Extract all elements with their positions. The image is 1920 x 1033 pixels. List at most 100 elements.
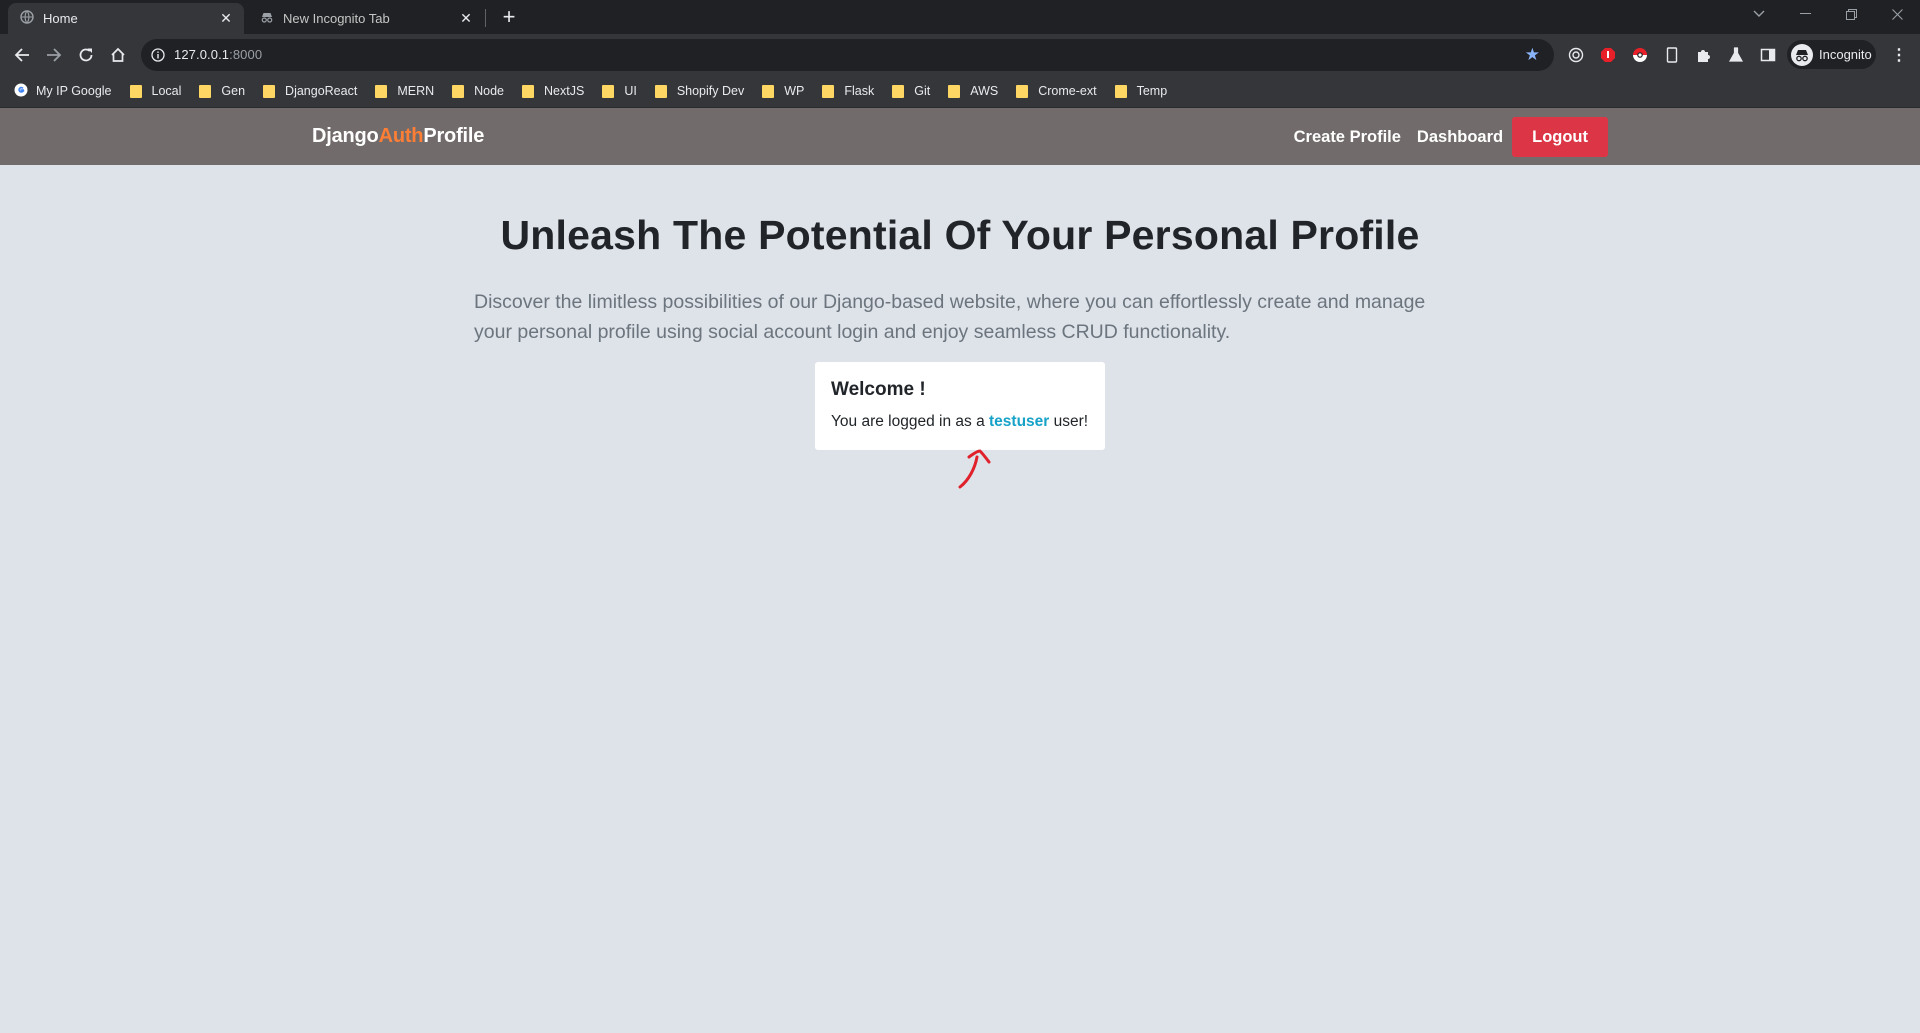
folder-icon	[199, 84, 212, 98]
annotation-arrow-icon	[958, 449, 991, 489]
folder-icon	[948, 84, 961, 98]
target-extension-icon[interactable]	[1565, 44, 1587, 66]
url-port: :8000	[229, 47, 263, 62]
bookmark-label: Node	[474, 84, 505, 98]
flask-labs-icon[interactable]	[1725, 44, 1747, 66]
pokeball-extension-icon[interactable]	[1629, 44, 1651, 66]
bookmark-item[interactable]: WP	[762, 84, 804, 98]
address-bar[interactable]: 127.0.0.1:8000 ★	[141, 39, 1554, 71]
folder-icon	[1016, 84, 1029, 98]
browser-toolbar: 127.0.0.1:8000 ★ Incognito ⋮	[0, 34, 1920, 75]
hero-title: Unleash The Potential Of Your Personal P…	[500, 212, 1420, 258]
folder-icon	[654, 84, 667, 98]
bookmark-item[interactable]: NextJS	[522, 84, 584, 98]
folder-icon	[892, 84, 905, 98]
incognito-avatar-icon	[1791, 43, 1813, 66]
nav-create-profile-link[interactable]: Create Profile	[1294, 128, 1401, 147]
bookmark-item[interactable]: My IP Google	[14, 83, 112, 100]
site-navbar: DjangoAuthProfile Create Profile Dashboa…	[0, 108, 1920, 165]
reload-icon[interactable]	[72, 41, 100, 69]
window-close-icon[interactable]	[1874, 0, 1920, 28]
logout-button[interactable]: Logout	[1512, 117, 1608, 157]
bookmark-label: MERN	[397, 84, 435, 98]
site-info-icon[interactable]	[151, 48, 165, 67]
tab-title: Home	[43, 11, 78, 26]
browser-tabstrip: Home ✕ New Incognito Tab ✕ +	[0, 0, 1920, 34]
adblock-extension-icon[interactable]	[1597, 44, 1619, 66]
bookmark-label: Flask	[844, 84, 875, 98]
home-icon[interactable]	[104, 41, 132, 69]
bookmark-item[interactable]: AWS	[948, 84, 998, 98]
folder-icon	[263, 84, 276, 98]
bookmark-label: Local	[151, 84, 182, 98]
welcome-title: Welcome !	[831, 379, 926, 400]
side-panel-icon[interactable]	[1757, 44, 1779, 66]
nav-dashboard-link[interactable]: Dashboard	[1417, 128, 1503, 147]
tab-new-incognito[interactable]: New Incognito Tab ✕	[248, 3, 484, 34]
url-text[interactable]: 127.0.0.1:8000	[174, 47, 262, 62]
bookmark-label: NextJS	[544, 84, 585, 98]
restore-icon[interactable]	[1828, 0, 1874, 28]
bookmark-item[interactable]: UI	[602, 84, 637, 98]
welcome-card: Welcome ! You are logged in as a testuse…	[815, 362, 1105, 450]
bookmark-label: Crome-ext	[1038, 84, 1097, 98]
hero-lead: Discover the limitless possibilities of …	[474, 291, 1426, 343]
forward-arrow-icon[interactable]	[40, 41, 68, 69]
puzzle-extensions-icon[interactable]	[1693, 44, 1715, 66]
back-arrow-icon[interactable]	[8, 41, 36, 69]
bookmark-item[interactable]: Node	[452, 84, 504, 98]
bookmark-label: AWS	[970, 84, 999, 98]
url-host: 127.0.0.1	[174, 47, 230, 62]
close-icon[interactable]: ✕	[218, 10, 234, 27]
brand-part-django: Django	[312, 125, 379, 147]
welcome-message-suffix: user!	[1049, 413, 1089, 430]
bookmark-label: Gen	[221, 84, 246, 98]
folder-icon	[129, 84, 142, 98]
close-icon[interactable]: ✕	[458, 10, 474, 27]
folder-icon	[375, 84, 388, 98]
google-icon	[14, 83, 28, 100]
new-tab-plus-icon[interactable]: +	[498, 4, 520, 29]
nav-links: Create Profile Dashboard Logout	[1278, 117, 1608, 157]
bookmark-item[interactable]: Flask	[822, 84, 874, 98]
tab-search-chevron-icon[interactable]	[1736, 0, 1782, 28]
bookmark-label: My IP Google	[36, 84, 112, 98]
bookmark-item[interactable]: DjangoReact	[263, 84, 357, 98]
bookmark-item[interactable]: Local	[129, 84, 182, 98]
folder-icon	[822, 84, 835, 98]
bookmark-item[interactable]: Gen	[199, 84, 245, 98]
brand-part-profile: Profile	[423, 125, 485, 147]
bookmark-star-icon[interactable]: ★	[1525, 45, 1540, 65]
phone-extension-icon[interactable]	[1661, 44, 1683, 66]
folder-icon	[602, 84, 615, 98]
globe-icon	[20, 10, 34, 27]
bookmarks-bar: My IP Google Local Gen DjangoReact MERN Node N…	[0, 75, 1920, 108]
welcome-message: You are logged in as a testuser user!	[831, 413, 1089, 431]
bookmark-label: Temp	[1136, 84, 1168, 98]
incognito-profile-button[interactable]: Incognito	[1787, 40, 1876, 69]
browser-menu-icon[interactable]: ⋮	[1888, 44, 1910, 66]
bookmark-label: Shopify Dev	[676, 84, 745, 98]
bookmark-label: DjangoReact	[285, 84, 358, 98]
bookmark-label: UI	[624, 84, 637, 98]
tab-home[interactable]: Home ✕	[8, 3, 244, 34]
bookmark-label: Git	[914, 84, 931, 98]
bookmark-item[interactable]: Shopify Dev	[654, 84, 745, 98]
welcome-message-prefix: You are logged in as a	[831, 413, 989, 430]
bookmark-item[interactable]: Git	[892, 84, 930, 98]
brand-logo[interactable]: DjangoAuthProfile	[312, 125, 484, 148]
bookmark-item[interactable]: MERN	[375, 84, 434, 98]
username-link[interactable]: testuser	[989, 413, 1049, 430]
folder-icon	[1114, 84, 1127, 98]
profile-label: Incognito	[1819, 47, 1872, 62]
folder-icon	[522, 84, 535, 98]
minimize-icon[interactable]	[1782, 0, 1828, 28]
bookmark-label: WP	[784, 84, 805, 98]
bookmark-item[interactable]: Crome-ext	[1016, 84, 1097, 98]
bookmark-item[interactable]: Temp	[1114, 84, 1168, 98]
incognito-icon	[260, 10, 274, 27]
folder-icon	[452, 84, 465, 98]
tab-title: New Incognito Tab	[283, 11, 390, 26]
tab-divider	[485, 9, 486, 27]
folder-icon	[762, 84, 775, 98]
